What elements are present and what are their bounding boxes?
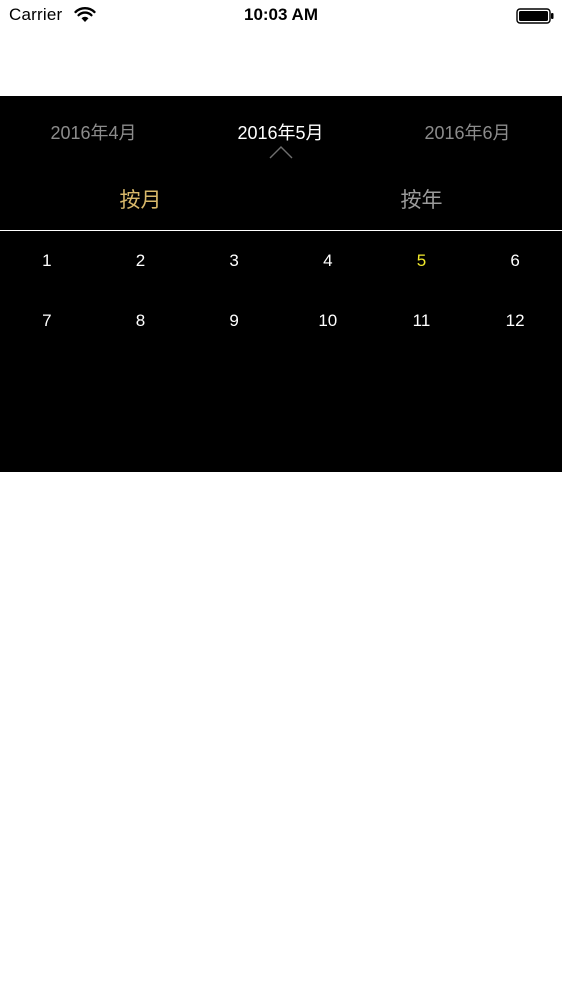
date-picker-panel: 2016年4月 2016年5月 2016年6月 按月 按年 1234567891… [0,96,562,472]
month-next[interactable]: 2016年6月 [374,119,561,145]
battery-icon [516,8,554,24]
clock: 10:03 AM [243,5,318,24]
month-prev[interactable]: 2016年4月 [0,119,187,145]
tab-by-month[interactable]: 按月 [0,184,281,214]
month-cell[interactable]: 10 [281,291,375,351]
tab-by-year[interactable]: 按年 [281,184,562,214]
status-bar: Carrier 10:03 AM [0,0,562,32]
month-cell[interactable]: 9 [187,291,281,351]
month-cell[interactable]: 3 [187,231,281,291]
mode-tabs: 按月 按年 [0,166,562,230]
month-cell[interactable]: 8 [94,291,188,351]
month-cell[interactable]: 2 [94,231,188,291]
month-cell[interactable]: 1 [0,231,94,291]
month-grid: 1 2 3 4 5 6 7 8 9 10 11 12 [0,231,562,351]
chevron-up-icon [269,146,293,159]
month-cell[interactable]: 5 [375,231,469,291]
month-cell[interactable]: 7 [0,291,94,351]
month-current[interactable]: 2016年5月 [187,119,374,145]
month-selector: 2016年4月 2016年5月 2016年6月 [0,96,562,166]
month-cell[interactable]: 11 [375,291,469,351]
month-cell[interactable]: 12 [468,291,562,351]
month-cell[interactable]: 4 [281,231,375,291]
month-cell[interactable]: 6 [468,231,562,291]
